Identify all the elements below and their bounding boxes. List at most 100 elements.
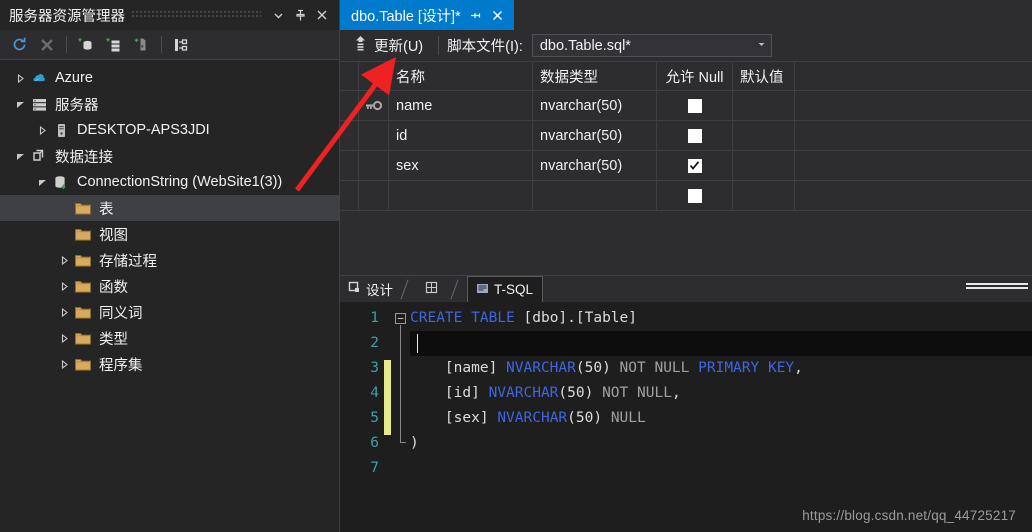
data-type-cell[interactable]: nvarchar(50): [533, 121, 657, 150]
close-icon[interactable]: [311, 4, 333, 26]
collapse-icon[interactable]: −: [395, 313, 406, 324]
default-value-cell[interactable]: [733, 151, 795, 180]
code-lines[interactable]: CREATE TABLE [dbo].[Table]( [name] NVARC…: [410, 306, 1032, 532]
tree-item-label: Azure: [55, 70, 93, 86]
tab-dbo-table-design[interactable]: dbo.Table [设计]*: [340, 0, 514, 30]
grid-row[interactable]: name nvarchar(50): [340, 91, 1032, 121]
tree-item-4[interactable]: ConnectionString (WebSite1(3)): [0, 169, 339, 195]
connect-to-database-icon[interactable]: [73, 33, 99, 57]
data-type-cell[interactable]: [533, 181, 657, 210]
refresh-icon[interactable]: [6, 33, 32, 57]
grid-header-cell[interactable]: 名称: [389, 62, 533, 90]
tree-item-2[interactable]: DESKTOP-APS3JDI: [0, 117, 339, 143]
tree-item-7[interactable]: 存储过程: [0, 247, 339, 273]
connect-to-server-icon[interactable]: [101, 33, 127, 57]
toolbar-separator-2: [161, 36, 162, 53]
allow-null-checkbox[interactable]: [687, 188, 702, 203]
default-value-cell[interactable]: [733, 181, 795, 210]
code-tab-设计[interactable]: 设计: [340, 276, 402, 302]
horizontal-scrollbar[interactable]: [966, 283, 1028, 291]
code-folding-column[interactable]: −: [393, 306, 410, 532]
allow-null-checkbox[interactable]: [687, 98, 702, 113]
twisty-collapsed-icon[interactable]: [12, 65, 28, 91]
column-name-cell[interactable]: [389, 181, 533, 210]
row-selector[interactable]: [340, 181, 359, 210]
code-line[interactable]: [id] NVARCHAR(50) NOT NULL,: [410, 381, 1032, 406]
tree-item-label: ConnectionString (WebSite1(3)): [77, 174, 283, 190]
line-number: 6: [370, 435, 379, 451]
change-bar: [384, 360, 391, 385]
grid-row[interactable]: id nvarchar(50): [340, 121, 1032, 151]
allow-null-cell[interactable]: [657, 121, 733, 150]
twisty-collapsed-icon[interactable]: [56, 351, 72, 377]
twisty-expanded-icon[interactable]: [12, 91, 28, 117]
tree-item-5[interactable]: 表: [0, 195, 339, 221]
row-selector[interactable]: [340, 151, 359, 180]
script-file-label: 脚本文件(I):: [447, 39, 523, 55]
row-key-cell: [359, 121, 389, 150]
data-type-cell[interactable]: nvarchar(50): [533, 151, 657, 180]
tree-item-0[interactable]: Azure: [0, 65, 339, 91]
grid-header-cell[interactable]: 数据类型: [533, 62, 657, 90]
update-button[interactable]: 更新(U): [346, 32, 430, 59]
twisty-collapsed-icon[interactable]: [56, 299, 72, 325]
text-caret: [417, 334, 418, 353]
code-line[interactable]: [name] NVARCHAR(50) NOT NULL PRIMARY KEY…: [410, 356, 1032, 381]
twisty-collapsed-icon[interactable]: [56, 273, 72, 299]
tree-item-3[interactable]: 数据连接: [0, 143, 339, 169]
grid-row[interactable]: [340, 181, 1032, 211]
twisty-expanded-icon[interactable]: [34, 169, 50, 195]
script-file-combobox[interactable]: dbo.Table.sql*: [531, 34, 772, 57]
tree-item-9[interactable]: 同义词: [0, 299, 339, 325]
add-server-icon[interactable]: [129, 33, 155, 57]
default-value-cell[interactable]: [733, 91, 795, 120]
allow-null-cell[interactable]: [657, 91, 733, 120]
allow-null-cell[interactable]: [657, 151, 733, 180]
tree-item-6[interactable]: 视图: [0, 221, 339, 247]
allow-null-checkbox[interactable]: [687, 158, 702, 173]
folder-icon: [72, 331, 94, 346]
grid-row[interactable]: sex nvarchar(50): [340, 151, 1032, 181]
code-line[interactable]: [410, 456, 1032, 481]
code-line[interactable]: ): [410, 431, 1032, 456]
twisty-collapsed-icon[interactable]: [56, 247, 72, 273]
allow-null-cell[interactable]: [657, 181, 733, 210]
row-selector[interactable]: [340, 91, 359, 120]
tree-item-label: 存储过程: [99, 253, 157, 270]
tsql-editor[interactable]: 1 2 3 4 5 6 7 − CREATE TABLE [dbo].[Table]( [n…: [340, 302, 1032, 532]
tree-item-label: 程序集: [99, 357, 143, 374]
data-type-cell[interactable]: nvarchar(50): [533, 91, 657, 120]
chevron-down-icon[interactable]: [267, 4, 289, 26]
grid-header-cell[interactable]: 允许 Null: [657, 62, 733, 90]
twisty-collapsed-icon[interactable]: [56, 325, 72, 351]
tree-item-1[interactable]: 服务器: [0, 91, 339, 117]
column-name-cell[interactable]: sex: [389, 151, 533, 180]
pin-icon[interactable]: [468, 8, 483, 23]
server-explorer-tree[interactable]: Azure 服务器 DESKTOP-APS3JDI 数据连接 ConnectionStr…: [0, 60, 339, 532]
grid-header-cell[interactable]: 默认值: [733, 62, 795, 90]
code-tab-T-SQL[interactable]: T-SQL: [467, 276, 544, 302]
close-icon[interactable]: [490, 8, 505, 23]
code-view-tabs[interactable]: 设计 T-SQL: [340, 276, 1032, 302]
code-line[interactable]: CREATE TABLE [dbo].[Table]: [410, 306, 1032, 331]
column-name-cell[interactable]: name: [389, 91, 533, 120]
tree-item-label: 类型: [99, 331, 128, 348]
twisty-collapsed-icon[interactable]: [34, 117, 50, 143]
tree-item-11[interactable]: 程序集: [0, 351, 339, 377]
code-tab-split[interactable]: [417, 276, 452, 302]
allow-null-checkbox[interactable]: [687, 128, 702, 143]
tree-item-8[interactable]: 函数: [0, 273, 339, 299]
code-line[interactable]: [sex] NVARCHAR(50) NULL: [410, 406, 1032, 431]
object-relationships-icon[interactable]: [168, 33, 194, 57]
twisty-expanded-icon[interactable]: [12, 143, 28, 169]
column-name-cell[interactable]: id: [389, 121, 533, 150]
chevron-down-icon[interactable]: [756, 38, 767, 54]
server-machine-icon: [50, 122, 72, 139]
twisty-placeholder: [56, 221, 72, 247]
row-key-cell: [359, 151, 389, 180]
default-value-cell[interactable]: [733, 121, 795, 150]
tree-item-10[interactable]: 类型: [0, 325, 339, 351]
row-selector[interactable]: [340, 121, 359, 150]
pin-icon[interactable]: [289, 4, 311, 26]
column-grid[interactable]: 名称 数据类型 允许 Null 默认值 name nvarchar(50) id nvarch…: [340, 62, 1032, 211]
